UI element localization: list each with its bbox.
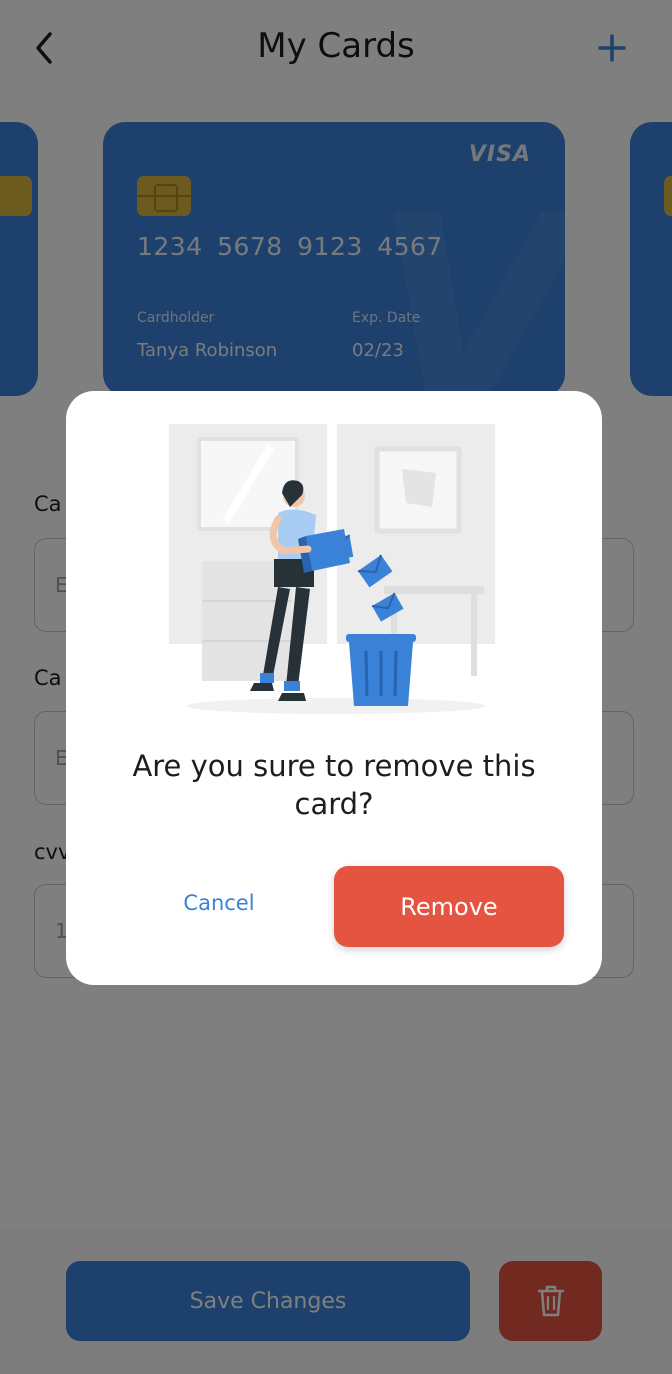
my-cards-screen: My Cards V VISA 1234 5678 9123 4567 Card… xyxy=(0,0,672,1374)
remove-card-dialog: Are you sure to remove this card? Cancel… xyxy=(66,391,602,985)
remove-button-label: Remove xyxy=(400,892,498,921)
remove-card-illustration xyxy=(169,424,495,714)
cancel-button[interactable]: Cancel xyxy=(164,891,274,923)
remove-button[interactable]: Remove xyxy=(334,866,564,947)
dialog-message: Are you sure to remove this card? xyxy=(132,749,536,821)
